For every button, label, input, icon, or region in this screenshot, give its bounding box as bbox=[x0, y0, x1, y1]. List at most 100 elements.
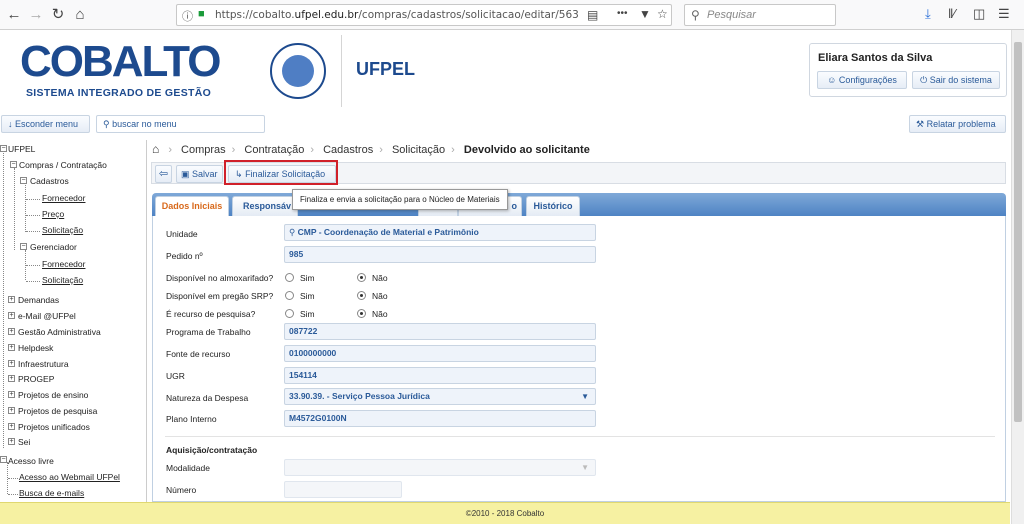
expand-icon[interactable]: + bbox=[8, 360, 15, 367]
plano-label: Plano Interno bbox=[166, 414, 217, 424]
almox-sim-radio[interactable] bbox=[285, 273, 294, 282]
collapse-icon[interactable]: − bbox=[20, 177, 27, 184]
fonte-field[interactable]: 0100000000 bbox=[284, 345, 596, 362]
institution-name: UFPEL bbox=[356, 59, 416, 79]
pregao-nao-radio[interactable] bbox=[357, 291, 366, 300]
expand-icon[interactable]: + bbox=[8, 375, 15, 382]
tab-responsavel[interactable]: Responsáv bbox=[232, 196, 298, 216]
logo-subtitle: SISTEMA INTEGRADO DE GESTÃO bbox=[26, 87, 212, 99]
expand-icon[interactable]: + bbox=[8, 391, 15, 398]
cobalto-logo[interactable]: COBALTO bbox=[20, 40, 221, 84]
programa-field[interactable]: 087722 bbox=[284, 323, 596, 340]
pin-icon: ↓ bbox=[8, 119, 13, 129]
tree-link-busca-emails[interactable]: Busca de e-mails bbox=[19, 488, 84, 498]
expand-icon[interactable]: + bbox=[8, 344, 15, 351]
tree-link-fornecedor[interactable]: Fornecedor bbox=[42, 193, 85, 203]
tree-item-email[interactable]: e-Mail @UFPel bbox=[18, 311, 76, 321]
unidade-label: Unidade bbox=[166, 229, 198, 239]
reader-view-icon[interactable]: ▤ bbox=[587, 8, 598, 22]
logout-button[interactable]: ⏻ Sair do sistema bbox=[912, 71, 1000, 89]
breadcrumb-item[interactable]: Contratação bbox=[244, 144, 304, 156]
tree-item-acesso-livre[interactable]: Acesso livre bbox=[8, 456, 54, 466]
info-icon[interactable]: ⓘ bbox=[182, 8, 193, 24]
expand-icon[interactable]: + bbox=[8, 423, 15, 430]
settings-button[interactable]: ☺ Configurações bbox=[817, 71, 907, 89]
pesquisa-sim-radio[interactable] bbox=[285, 309, 294, 318]
menu-search-placeholder: buscar no menu bbox=[112, 119, 177, 129]
tree-item-helpdesk[interactable]: Helpdesk bbox=[18, 343, 53, 353]
natureza-value: 33.90.39. - Serviço Pessoa Jurídica bbox=[289, 391, 430, 401]
numero-label: Número bbox=[166, 485, 197, 495]
reload-icon[interactable]: ↻ bbox=[48, 5, 68, 25]
back-icon[interactable]: ← bbox=[4, 5, 24, 25]
url-bar[interactable]: ⓘ ■ https://cobalto.ufpel.edu.br/compras… bbox=[176, 4, 672, 26]
tree-item-sei[interactable]: Sei bbox=[18, 437, 30, 447]
tree-root-ufpel[interactable]: UFPEL bbox=[8, 144, 35, 154]
collapse-icon[interactable]: − bbox=[0, 145, 7, 152]
tree-link-g-fornecedor[interactable]: Fornecedor bbox=[42, 259, 85, 269]
tree-item-demandas[interactable]: Demandas bbox=[18, 295, 59, 305]
collapse-icon[interactable]: − bbox=[20, 243, 27, 250]
browser-search-input[interactable]: ⚲ Pesquisar bbox=[684, 4, 836, 26]
scrollbar-thumb[interactable] bbox=[1014, 42, 1022, 422]
plano-field[interactable]: M4572G0100N bbox=[284, 410, 596, 427]
unidade-field[interactable]: ⚲ CMP - Coordenação de Material e Patrim… bbox=[284, 224, 596, 241]
library-icon[interactable]: ‖∕ bbox=[948, 6, 956, 22]
breadcrumb-item[interactable]: Cadastros bbox=[323, 144, 373, 156]
tree-item-infra[interactable]: Infraestrutura bbox=[18, 359, 69, 369]
tree-item-gerenciador[interactable]: Gerenciador bbox=[30, 242, 77, 252]
tree-item-unificados[interactable]: Projetos unificados bbox=[18, 422, 90, 432]
expand-icon[interactable]: + bbox=[8, 438, 15, 445]
modalidade-select[interactable]: ▼ bbox=[284, 459, 596, 476]
tree-link-webmail[interactable]: Acesso ao Webmail UFPel bbox=[19, 472, 120, 482]
numero-field[interactable] bbox=[284, 481, 402, 498]
expand-icon[interactable]: + bbox=[8, 296, 15, 303]
tab-historico[interactable]: Histórico bbox=[526, 196, 580, 216]
expand-icon[interactable]: + bbox=[8, 312, 15, 319]
natureza-select[interactable]: 33.90.39. - Serviço Pessoa Jurídica ▼ bbox=[284, 388, 596, 405]
tab-dados-iniciais[interactable]: Dados Iniciais bbox=[155, 196, 229, 216]
tree-item-progep[interactable]: PROGEP bbox=[18, 374, 54, 384]
almox-nao-label: Não bbox=[372, 273, 388, 283]
breadcrumb-item[interactable]: Solicitação bbox=[392, 144, 445, 156]
page-actions-menu[interactable]: ••• bbox=[617, 8, 628, 19]
ugr-field[interactable]: 154114 bbox=[284, 367, 596, 384]
fonte-label: Fonte de recurso bbox=[166, 349, 231, 359]
expand-icon[interactable]: + bbox=[8, 328, 15, 335]
sidebar-toggle-icon[interactable]: ◫ bbox=[973, 6, 985, 22]
tab-bar: Dados Iniciais Responsáv o Histórico bbox=[152, 193, 1006, 216]
tree-item-compras[interactable]: Compras / Contratação bbox=[19, 160, 107, 170]
pesquisa-nao-radio[interactable] bbox=[357, 309, 366, 318]
page-scrollbar[interactable] bbox=[1011, 30, 1024, 524]
home-icon[interactable]: ⌂ bbox=[70, 5, 90, 25]
collapse-icon[interactable]: − bbox=[10, 161, 17, 168]
tree-item-gestao[interactable]: Gestão Administrativa bbox=[18, 327, 101, 337]
pregao-sim-radio[interactable] bbox=[285, 291, 294, 300]
almox-nao-radio[interactable] bbox=[357, 273, 366, 282]
home-icon[interactable]: ⌂ bbox=[152, 142, 159, 156]
natureza-label: Natureza da Despesa bbox=[166, 393, 249, 403]
report-problem-button[interactable]: ⚒ Relatar problema bbox=[909, 115, 1006, 133]
hide-menu-label: Esconder menu bbox=[15, 119, 79, 129]
tree-item-cadastros[interactable]: Cadastros bbox=[30, 176, 69, 186]
pocket-icon[interactable]: ▼ bbox=[639, 7, 651, 21]
save-button[interactable]: ▣ Salvar bbox=[176, 165, 223, 183]
tree-item-pesquisa[interactable]: Projetos de pesquisa bbox=[18, 406, 97, 416]
hide-menu-button[interactable]: ↓ Esconder menu bbox=[1, 115, 90, 133]
forward-icon[interactable]: → bbox=[26, 5, 46, 25]
expand-icon[interactable]: + bbox=[8, 407, 15, 414]
almox-label: Disponível no almoxarifado? bbox=[166, 273, 274, 283]
back-button[interactable]: ⇦ bbox=[155, 165, 172, 183]
breadcrumb-item[interactable]: Compras bbox=[181, 144, 226, 156]
tree-link-preco[interactable]: Preço bbox=[42, 209, 64, 219]
tree-item-ensino[interactable]: Projetos de ensino bbox=[18, 390, 88, 400]
tree-link-g-solicitacao[interactable]: Solicitação bbox=[42, 275, 83, 285]
download-icon[interactable]: ⤓ bbox=[925, 6, 931, 22]
aquisicao-title: Aquisição/contratação bbox=[166, 445, 258, 455]
bookmark-star-icon[interactable]: ☆ bbox=[657, 7, 668, 21]
pedido-field[interactable]: 985 bbox=[284, 246, 596, 263]
hamburger-menu-icon[interactable]: ☰ bbox=[998, 6, 1010, 22]
menu-search-input[interactable]: ⚲ buscar no menu bbox=[96, 115, 265, 133]
tree-link-solicitacao[interactable]: Solicitação bbox=[42, 225, 83, 235]
collapse-icon[interactable]: − bbox=[0, 456, 7, 463]
